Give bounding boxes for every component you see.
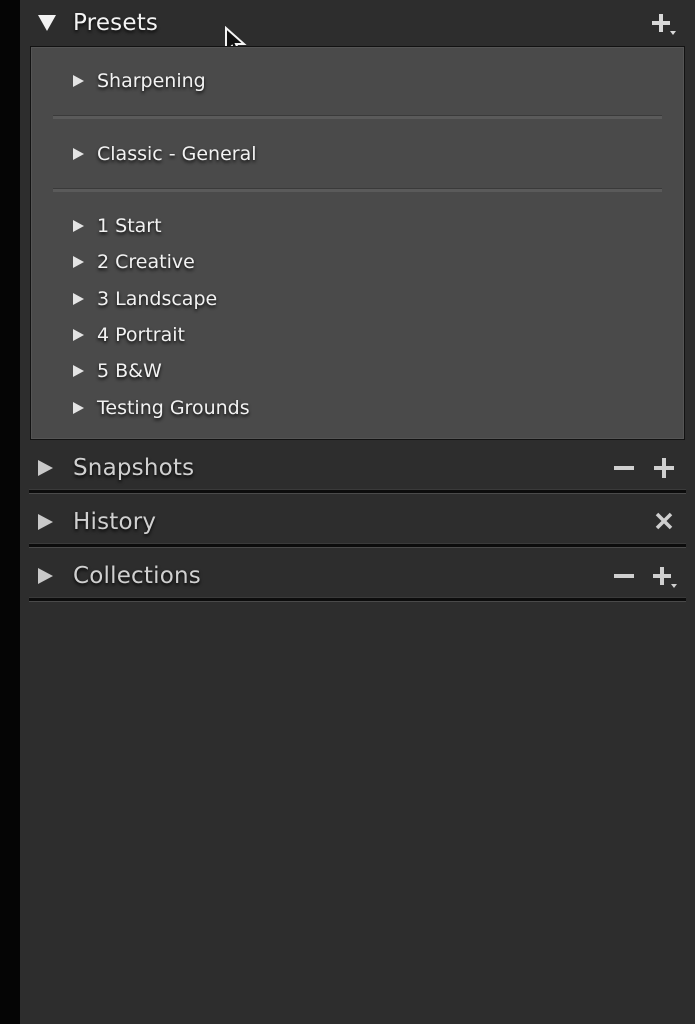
presets-panel-title: Presets	[73, 10, 159, 36]
collapsed-triangle-icon[interactable]	[73, 402, 84, 414]
preset-folder-label: Classic - General	[97, 143, 257, 165]
preset-folder-classic-general[interactable]: Classic - General	[73, 140, 633, 168]
panel-divider	[29, 489, 686, 494]
expanded-triangle-icon[interactable]	[38, 15, 56, 31]
preset-folder-5-bw[interactable]: 5 B&W	[73, 357, 633, 385]
preset-folder-sharpening[interactable]: Sharpening	[73, 67, 633, 95]
collapsed-triangle-icon[interactable]	[73, 256, 84, 268]
collapsed-triangle-icon[interactable]	[38, 460, 53, 476]
collapsed-triangle-icon[interactable]	[73, 148, 84, 160]
close-icon[interactable]	[653, 510, 677, 534]
panel-divider	[29, 543, 686, 548]
collapsed-triangle-icon[interactable]	[73, 220, 84, 232]
preset-folder-3-landscape[interactable]: 3 Landscape	[73, 285, 633, 313]
collapsed-triangle-icon[interactable]	[38, 568, 53, 584]
preset-folder-1-start[interactable]: 1 Start	[73, 212, 633, 240]
left-edge-strip	[0, 0, 20, 1024]
collapsed-triangle-icon[interactable]	[73, 75, 84, 87]
panel-divider	[29, 597, 686, 602]
preset-folder-testing-grounds[interactable]: Testing Grounds	[73, 394, 633, 422]
preset-folder-label: 2 Creative	[97, 251, 195, 273]
preset-group-separator	[53, 115, 662, 119]
preset-folder-2-creative[interactable]: 2 Creative	[73, 248, 633, 276]
minus-icon[interactable]	[612, 564, 636, 588]
snapshots-panel-title: Snapshots	[73, 455, 195, 481]
presets-panel-header[interactable]: Presets	[20, 0, 695, 46]
snapshots-panel-header[interactable]: Snapshots	[20, 445, 695, 491]
add-collection-plus-dropdown-icon[interactable]	[652, 564, 677, 588]
collections-panel-title: Collections	[73, 563, 201, 589]
preset-folder-4-portrait[interactable]: 4 Portrait	[73, 321, 633, 349]
preset-group-separator	[53, 188, 662, 192]
preset-folder-label: Sharpening	[97, 70, 206, 92]
plus-icon[interactable]	[652, 456, 676, 480]
preset-folder-label: Testing Grounds	[97, 397, 250, 419]
presets-list: Sharpening Classic - General 1 Start 2 C…	[30, 46, 685, 440]
collections-panel-header[interactable]: Collections	[20, 553, 695, 599]
preset-folder-label: 3 Landscape	[97, 288, 218, 310]
collapsed-triangle-icon[interactable]	[73, 293, 84, 305]
develop-right-panel: Presets Sharpening Classic - General 1 S…	[0, 0, 695, 1024]
history-panel-header[interactable]: History	[20, 499, 695, 545]
minus-icon[interactable]	[612, 456, 636, 480]
preset-folder-label: 4 Portrait	[97, 324, 185, 346]
history-panel-title: History	[73, 509, 157, 535]
preset-folder-label: 5 B&W	[97, 360, 162, 382]
collapsed-triangle-icon[interactable]	[73, 329, 84, 341]
preset-folder-label: 1 Start	[97, 215, 162, 237]
collapsed-triangle-icon[interactable]	[73, 365, 84, 377]
add-preset-plus-dropdown-icon[interactable]	[651, 11, 676, 35]
collapsed-triangle-icon[interactable]	[38, 514, 53, 530]
